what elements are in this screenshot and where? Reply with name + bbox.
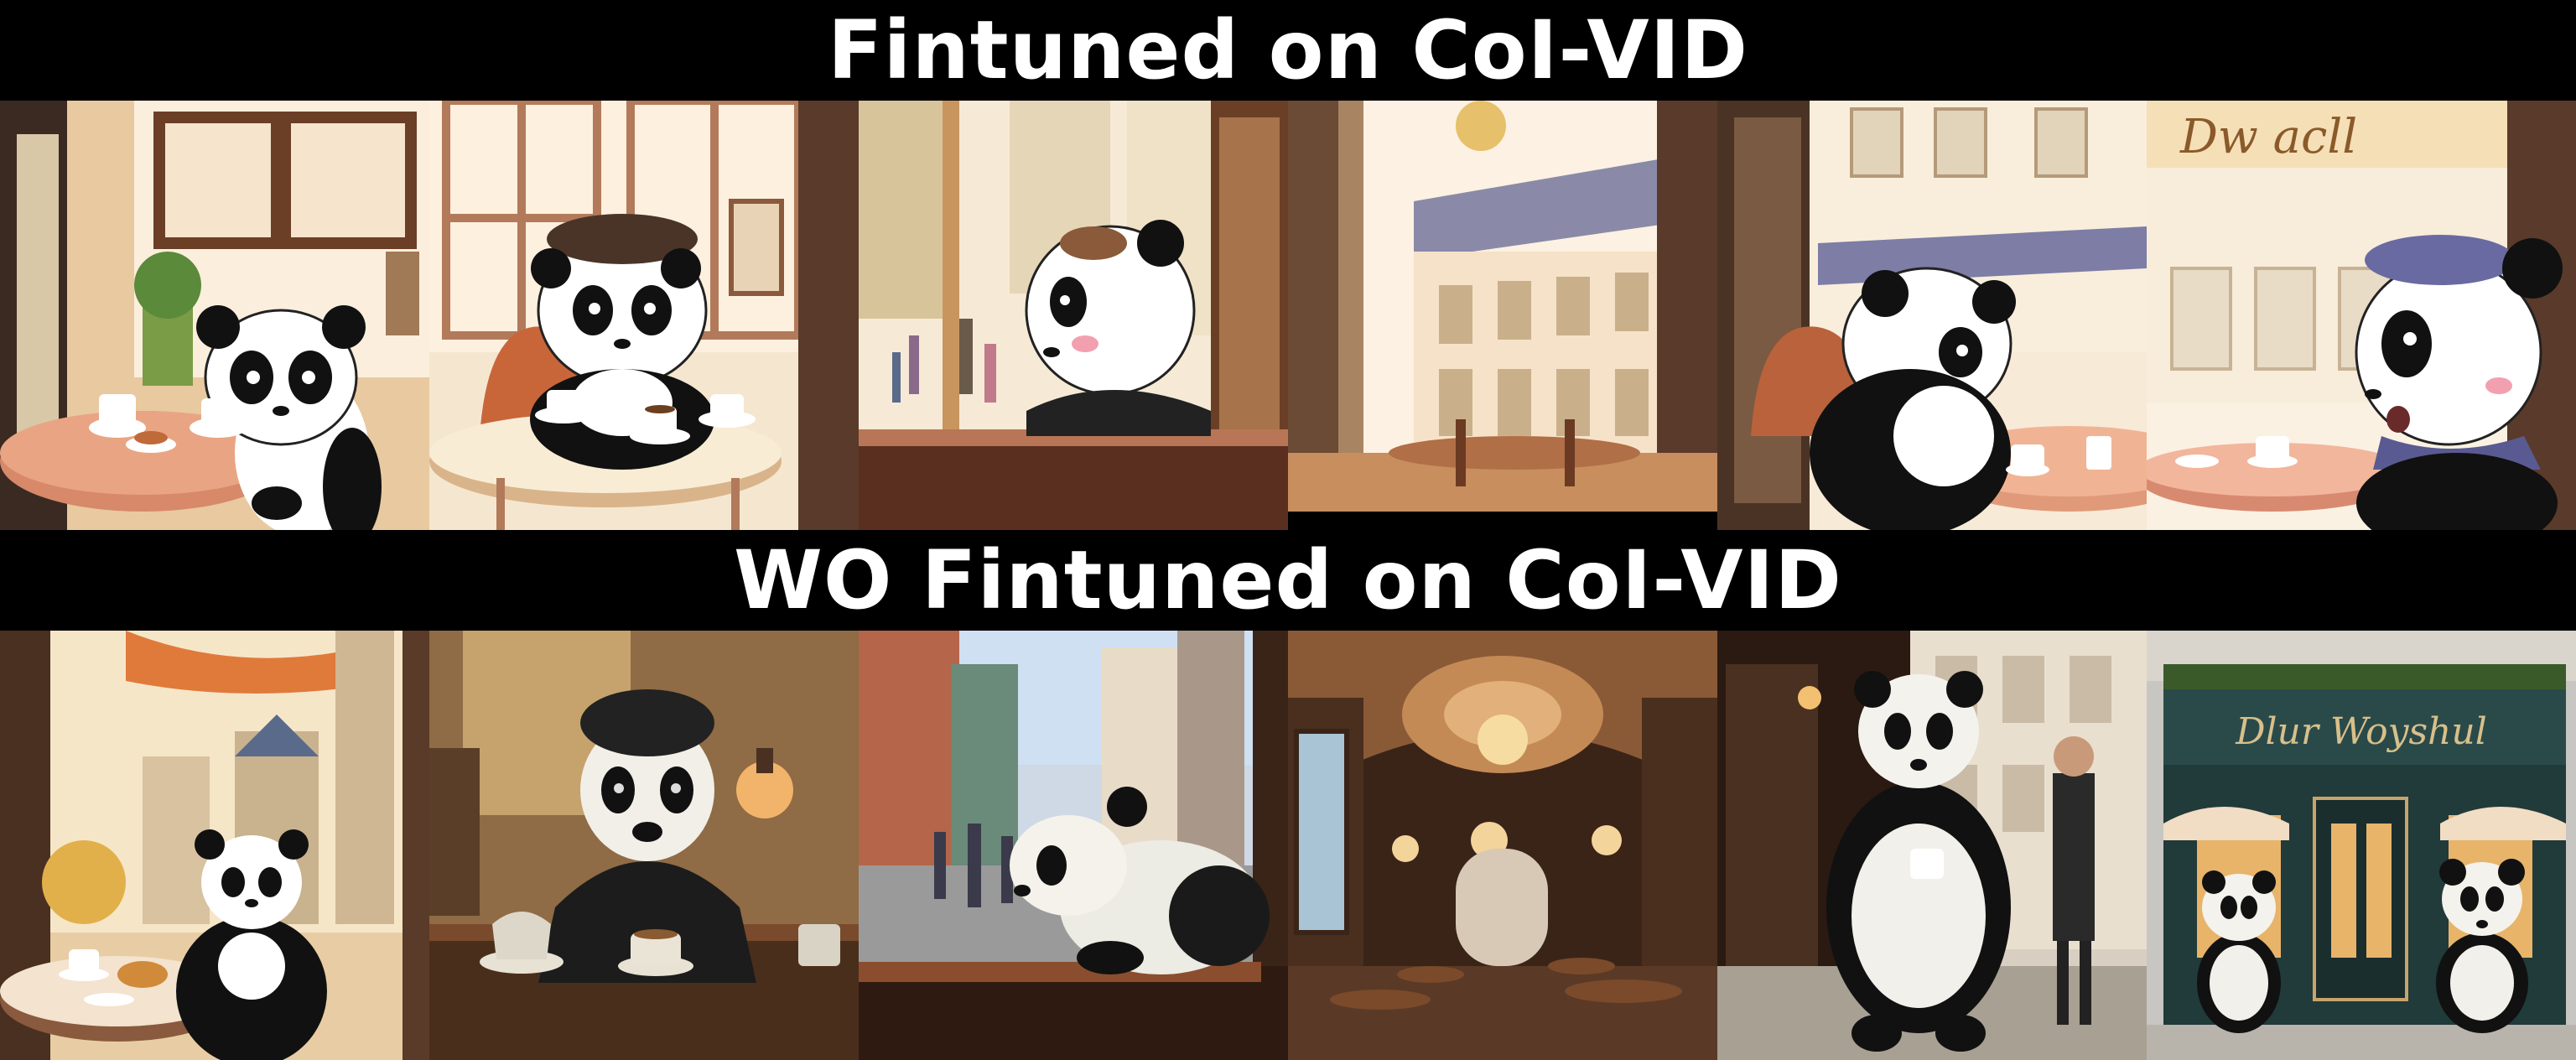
frame-panda-gazing-street-window — [859, 101, 1288, 530]
frame-panda-in-cap-with-coffee — [429, 631, 859, 1060]
frame-ornate-cafe-hall-chandeliers — [1288, 631, 1717, 1060]
section-title-finetuned: Fintuned on CoI-VID — [827, 3, 1749, 97]
bottom-title-band: WO Fintuned on CoI-VID — [0, 530, 2576, 631]
frame-parisian-building-interior — [1288, 101, 1717, 530]
frame-panda-cafe-sign-surprised: Dw acll — [2147, 101, 2576, 530]
frame-panda-cafe-window-pastry — [0, 631, 429, 1060]
top-title-band: Fintuned on CoI-VID — [0, 0, 2576, 101]
frame-panda-holding-cup-street — [1717, 631, 2147, 1060]
frame-panda-leaning-window-street — [859, 631, 1288, 1060]
window-sign-text: Dw acll — [2179, 110, 2357, 164]
frame-panda-cafe-street-view — [1717, 101, 2147, 530]
finetuned-frame-row: Dw acll — [0, 101, 2576, 530]
frame-cafe-storefront-two-pandas: Dlur Woyshul — [2147, 631, 2576, 1060]
frame-panda-cafe-window-table — [0, 101, 429, 530]
frame-panda-cafe-sipping-coffee — [429, 101, 859, 530]
wo-finetuned-frame-row: Dlur Woyshul — [0, 631, 2576, 1060]
section-title-wo-finetuned: WO Fintuned on CoI-VID — [734, 533, 1842, 627]
panda-figure-left — [2197, 870, 2281, 1033]
panda-figure — [530, 214, 714, 470]
storefront-sign-text: Dlur Woyshul — [2235, 710, 2487, 753]
